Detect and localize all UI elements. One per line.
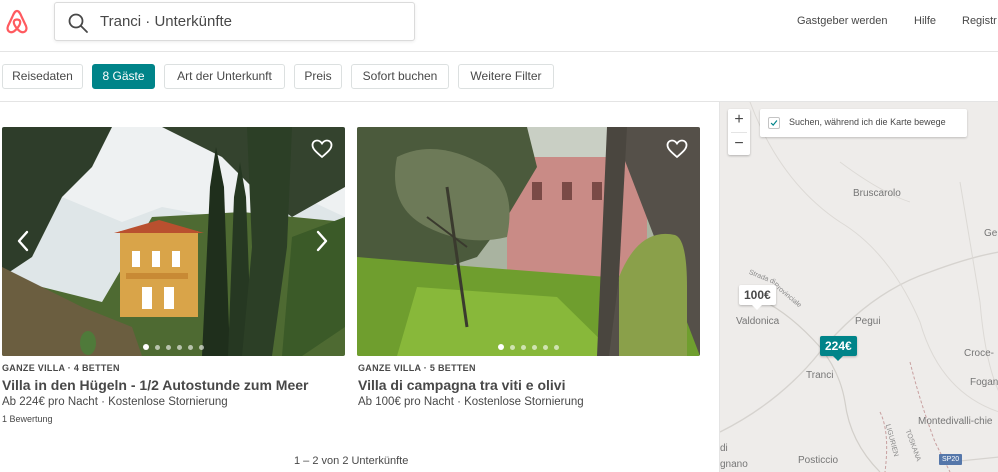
filter-more-button[interactable]: Weitere Filter <box>458 64 554 89</box>
photo-dot[interactable] <box>143 344 149 350</box>
photo-dots <box>2 344 345 350</box>
map-search-label: Suchen, während ich die Karte bewege <box>789 117 946 127</box>
map-place-label: di <box>720 443 728 454</box>
search-value: Tranci · Unterkünfte <box>100 13 232 30</box>
map[interactable]: + − Suchen, während ich die Karte bewege… <box>719 102 998 472</box>
heart-icon[interactable] <box>666 139 688 159</box>
listing-price: Ab 100€ pro Nacht · Kostenlose Stornieru… <box>358 396 584 408</box>
filter-bar: Reisedaten 8 Gäste Art der Unterkunft Pr… <box>0 52 998 102</box>
nav-register[interactable]: Registr <box>962 15 997 27</box>
photo-dot[interactable] <box>199 345 204 350</box>
top-header: Tranci · Unterkünfte Gastgeber werden Hi… <box>0 0 998 52</box>
checkbox-checked-icon[interactable] <box>768 117 780 129</box>
listing-photo[interactable] <box>2 127 345 356</box>
villa-photo-2 <box>357 127 700 356</box>
map-place-label: Croce- <box>964 348 995 359</box>
map-price-pin[interactable]: 100€ <box>739 285 776 310</box>
map-place-label: gnano <box>720 459 748 470</box>
photo-dot[interactable] <box>532 345 537 350</box>
photo-dot[interactable] <box>543 345 548 350</box>
map-place-label: Posticcio <box>798 455 839 466</box>
villa-photo-1 <box>2 127 345 356</box>
photo-dot[interactable] <box>521 345 526 350</box>
map-place-label: Valdonica <box>736 316 780 327</box>
filter-instant-book-button[interactable]: Sofort buchen <box>351 64 449 89</box>
filter-dates-button[interactable]: Reisedaten <box>2 64 83 89</box>
photo-dot[interactable] <box>498 344 504 350</box>
listing-kind: GANZE VILLA · 4 BETTEN <box>2 363 120 373</box>
map-place-label: Tranci <box>806 370 834 381</box>
nav-become-host[interactable]: Gastgeber werden <box>797 15 888 27</box>
airbnb-logo-icon[interactable] <box>4 8 30 36</box>
photo-dot[interactable] <box>177 345 182 350</box>
filter-guests-button[interactable]: 8 Gäste <box>92 64 155 89</box>
search-icon <box>68 13 88 33</box>
map-price-pin-selected[interactable]: 224€ <box>820 336 857 361</box>
listing-reviews: 1 Bewertung <box>2 414 53 424</box>
map-place-label: Bruscarolo <box>853 188 901 199</box>
map-place-label: Fogan <box>970 377 998 388</box>
map-place-label: Montedivalli-chie <box>918 416 993 427</box>
chevron-right-icon[interactable] <box>315 230 329 252</box>
photo-dot[interactable] <box>554 345 559 350</box>
listing-photo[interactable] <box>357 127 700 356</box>
pagination-summary: 1 – 2 von 2 Unterkünfte <box>294 455 409 467</box>
heart-icon[interactable] <box>311 139 333 159</box>
photo-dots <box>357 344 700 350</box>
zoom-in-button[interactable]: + <box>728 109 750 131</box>
photo-dot[interactable] <box>188 345 193 350</box>
filter-room-type-button[interactable]: Art der Unterkunft <box>164 64 285 89</box>
map-place-label: Ge <box>984 228 998 239</box>
listing-price: Ab 224€ pro Nacht · Kostenlose Stornieru… <box>2 396 228 408</box>
zoom-out-button[interactable]: − <box>728 133 750 155</box>
listing-kind: GANZE VILLA · 5 BETTEN <box>358 363 476 373</box>
photo-dot[interactable] <box>166 345 171 350</box>
search-input[interactable]: Tranci · Unterkünfte <box>54 2 415 41</box>
listing-title[interactable]: Villa di campagna tra viti e olivi <box>358 377 565 393</box>
listing-title[interactable]: Villa in den Hügeln - 1/2 Autostunde zum… <box>2 377 308 393</box>
chevron-left-icon[interactable] <box>16 230 30 252</box>
map-search-toggle[interactable]: Suchen, während ich die Karte bewege <box>760 109 967 137</box>
photo-dot[interactable] <box>155 345 160 350</box>
photo-dot[interactable] <box>510 345 515 350</box>
road-shield: SP20 <box>939 454 963 465</box>
filter-price-button[interactable]: Preis <box>294 64 342 89</box>
nav-help[interactable]: Hilfe <box>914 15 936 27</box>
map-place-label: Pegui <box>855 316 881 327</box>
map-zoom-control: + − <box>728 109 750 155</box>
